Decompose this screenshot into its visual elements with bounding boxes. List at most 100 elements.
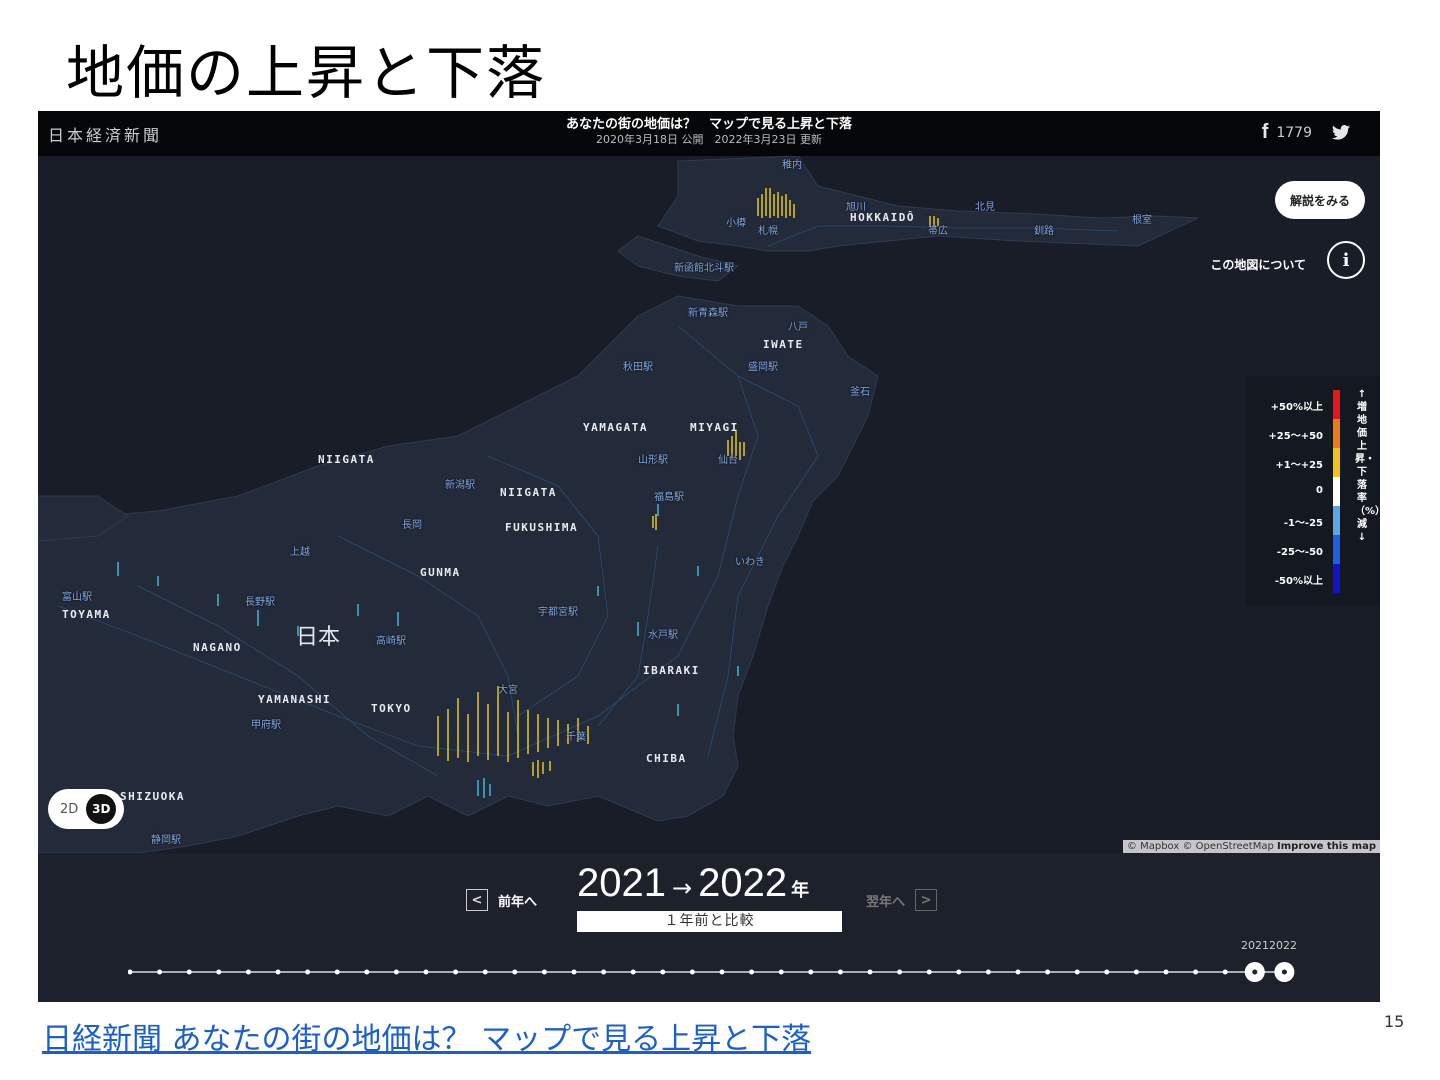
explain-button[interactable]: 解説をみる <box>1275 181 1365 219</box>
year-unit: 年 <box>791 880 810 901</box>
place-toyama-st: 富山駅 <box>62 592 92 603</box>
toggle-2d[interactable]: 2D <box>60 802 78 817</box>
timeline-point[interactable] <box>956 969 962 975</box>
prev-year-button[interactable]: < 前年へ <box>466 889 537 911</box>
timeline-point[interactable] <box>1133 969 1139 975</box>
timeline-point[interactable] <box>985 969 991 975</box>
timeline-point[interactable] <box>245 969 251 975</box>
label-yamanashi: YAMANASHI <box>258 693 332 706</box>
label-niigata-sea: NIIGATA <box>318 453 375 466</box>
legend-swatch <box>1333 477 1340 506</box>
timeline-point[interactable] <box>837 969 843 975</box>
timeline-point[interactable] <box>601 969 607 975</box>
timeline-point[interactable] <box>1222 969 1228 975</box>
place-iwaki: いわき <box>735 557 765 568</box>
timeline-point[interactable] <box>1045 969 1051 975</box>
place-fukushima-st: 福島駅 <box>654 492 684 503</box>
legend: +50%以上 +25〜+50 +1〜+25 0 -1〜-25 -25〜-50 -… <box>1245 376 1380 606</box>
place-nagaoka: 長岡 <box>402 520 422 531</box>
timeline-point[interactable] <box>305 969 311 975</box>
timeline-point[interactable] <box>364 969 370 975</box>
timeline-point[interactable] <box>630 969 636 975</box>
timeline-point[interactable] <box>808 969 814 975</box>
place-akita: 秋田駅 <box>623 362 653 373</box>
place-aomori: 新青森駅 <box>688 308 728 319</box>
toggle-3d[interactable]: 3D <box>86 794 117 824</box>
place-utsunomiya: 宇都宮駅 <box>538 607 578 618</box>
timeline-point[interactable] <box>1193 969 1199 975</box>
timeline-point[interactable] <box>157 969 163 975</box>
timeline-point[interactable] <box>128 969 133 975</box>
year-timeline[interactable] <box>128 961 1308 985</box>
legend-swatch <box>1333 535 1340 564</box>
slide-title: 地価の上昇と下落 <box>66 39 547 107</box>
place-wakkanai: 稚内 <box>782 160 802 171</box>
year-range: 2021 → 2022 年 <box>577 861 809 906</box>
place-niigata-st: 新潟駅 <box>445 480 475 491</box>
timeline-point[interactable] <box>186 969 192 975</box>
from-year: 2021 <box>577 861 666 905</box>
legend-swatch <box>1333 506 1340 535</box>
place-yamagata-st: 山形駅 <box>638 455 668 466</box>
timeline-point[interactable] <box>778 969 784 975</box>
timeline-point[interactable] <box>1163 969 1169 975</box>
about-map-label[interactable]: この地図について <box>1210 256 1306 273</box>
place-hakodate: 新函館北斗駅 <box>674 263 734 274</box>
timeline-point[interactable] <box>897 969 903 975</box>
source-link[interactable]: 日経新聞 あなたの街の地価は？ マップで見る上昇と下落 <box>42 1014 811 1058</box>
label-fukushima: FUKUSHIMA <box>505 521 579 534</box>
timeline-point[interactable] <box>482 969 488 975</box>
timeline-point[interactable] <box>423 969 429 975</box>
legend-swatch <box>1333 390 1340 419</box>
place-kamaishi: 釜石 <box>850 387 870 398</box>
place-takasaki: 高崎駅 <box>376 636 406 647</box>
timeline-point[interactable] <box>216 969 222 975</box>
timeline-point[interactable] <box>334 969 340 975</box>
timeline-point[interactable] <box>749 969 755 975</box>
improve-map-link[interactable]: Improve this map <box>1277 841 1376 852</box>
timeline-point[interactable] <box>453 969 459 975</box>
twitter-icon[interactable] <box>1332 125 1350 140</box>
next-year-label: 翌年へ <box>866 894 906 910</box>
page-number: 15 <box>1384 1012 1405 1031</box>
timeline-point[interactable] <box>275 969 281 975</box>
legend-label: 0 <box>1316 485 1323 496</box>
label-iwate: IWATE <box>763 338 804 351</box>
place-chiba-st: 千葉 <box>566 732 586 743</box>
place-sendai: 仙台 <box>718 455 738 466</box>
year-controls: < 前年へ 2021 → 2022 年 １年前と比較 翌年へ > 2021202… <box>38 853 1380 1002</box>
timeline-point[interactable] <box>1015 969 1021 975</box>
next-year-button[interactable]: 翌年へ > <box>866 889 938 911</box>
prev-year-label: 前年へ <box>498 894 538 910</box>
timeline-point[interactable] <box>689 969 695 975</box>
label-ibaraki: IBARAKI <box>643 664 700 677</box>
place-shizuoka-st: 静岡駅 <box>151 835 181 846</box>
place-joetsu: 上越 <box>290 547 310 558</box>
label-japan: 日本 <box>296 625 341 650</box>
place-kushiro: 釧路 <box>1034 226 1054 237</box>
timeline-point[interactable] <box>393 969 399 975</box>
view-toggle[interactable]: 2D 3D <box>48 789 124 829</box>
legend-label: +50%以上 <box>1270 402 1323 413</box>
timeline-point[interactable] <box>1074 969 1080 975</box>
timeline-point[interactable] <box>571 969 577 975</box>
timeline-point[interactable] <box>926 969 932 975</box>
article-heading: あなたの街の地価は？ マップで見る上昇と下落 2020年3月18日 公開 202… <box>38 116 1380 147</box>
timeline-point[interactable] <box>541 969 547 975</box>
facebook-icon[interactable]: f <box>1262 121 1269 144</box>
attribution-text[interactable]: © Mapbox © OpenStreetMap <box>1127 841 1274 852</box>
legend-swatch <box>1333 448 1340 477</box>
info-icon[interactable]: i <box>1327 241 1365 279</box>
to-year: 2022 <box>698 861 788 905</box>
timeline-point[interactable] <box>867 969 873 975</box>
timeline-point[interactable] <box>1104 969 1110 975</box>
land-price-map[interactable]: HOKKAIDÔ IWATE YAMAGATA MIYAGI NIIGATA N… <box>38 156 1380 853</box>
place-kitami: 北見 <box>975 202 995 213</box>
place-sapporo: 札幌 <box>758 226 778 237</box>
label-niigata: NIIGATA <box>500 486 557 499</box>
timeline-point[interactable] <box>512 969 518 975</box>
timeline-point[interactable] <box>660 969 666 975</box>
label-shizuoka: SHIZUOKA <box>120 790 185 803</box>
map-app: 日本経済新聞 あなたの街の地価は？ マップで見る上昇と下落 2020年3月18日… <box>38 111 1380 1002</box>
timeline-point[interactable] <box>719 969 725 975</box>
